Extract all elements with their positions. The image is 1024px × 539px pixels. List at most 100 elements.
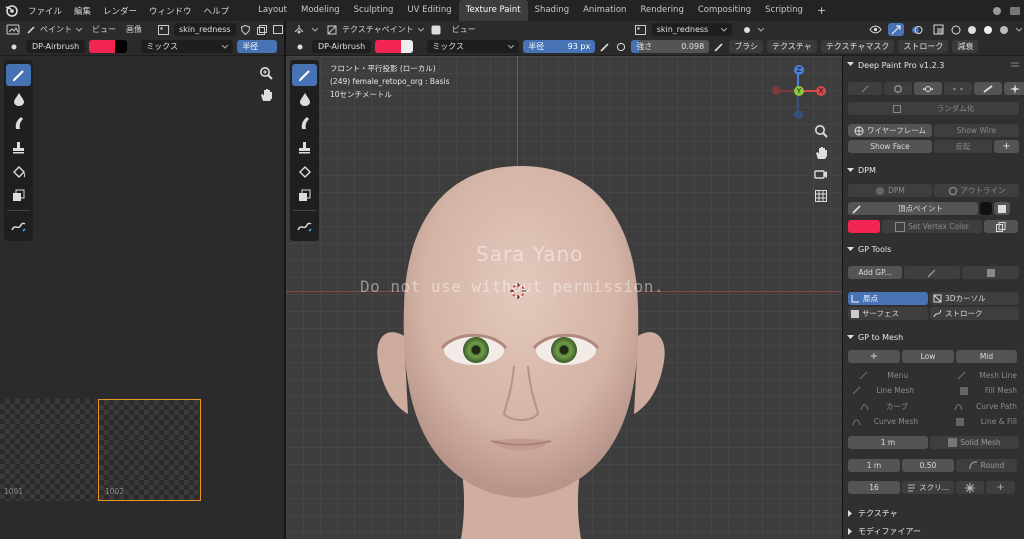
drag-handle-icon[interactable] (1011, 61, 1019, 69)
texture-section-title[interactable]: テクスチャ (858, 508, 898, 519)
brush-dot-icon[interactable] (292, 44, 308, 50)
viewport-soften-tool-icon[interactable] (292, 88, 317, 110)
overlay-toggle-icon[interactable] (908, 24, 926, 36)
ratio-field[interactable]: 0.50 (902, 459, 954, 472)
mask-tool-icon[interactable] (6, 184, 31, 206)
texture-paint-mode-label[interactable]: テクスチャペイント (342, 24, 414, 35)
gizmo-y-icon[interactable]: Y (794, 86, 804, 96)
gp-stop-button[interactable] (962, 266, 1019, 279)
image-editor-area[interactable]: 1001 1002 (0, 56, 284, 539)
menu-render[interactable]: レンダー (97, 5, 143, 17)
add-segment-button[interactable]: + (986, 481, 1015, 494)
thickness-field[interactable]: 1 m (848, 436, 928, 449)
open-image-icon[interactable] (272, 25, 284, 34)
solid-mesh-button[interactable]: Solid Mesh (930, 436, 1019, 449)
unified-size-icon[interactable] (615, 42, 627, 52)
draw-tool-icon[interactable] (6, 64, 31, 86)
stroke-placement-button[interactable]: ストローク (930, 307, 1019, 320)
gizmo-z-icon[interactable]: Z (794, 65, 804, 75)
soften-tool-icon[interactable] (6, 88, 31, 110)
uv-tile-1002[interactable] (98, 399, 201, 501)
paint-mode-icon[interactable] (26, 25, 36, 34)
stroke-menu[interactable]: ストローク (898, 40, 949, 53)
tab-layout[interactable]: Layout (251, 0, 294, 21)
menu-window[interactable]: ウィンドウ (143, 5, 198, 17)
scene-icon[interactable] (1006, 6, 1024, 16)
resolution-add-button[interactable]: + (848, 350, 900, 363)
set-vertex-color-button[interactable]: Set Vertex Color (882, 220, 982, 233)
pivot-dot-icon[interactable] (740, 26, 754, 34)
gizmo-neg-z-icon[interactable] (794, 110, 803, 119)
shading-rendered-icon[interactable] (998, 25, 1010, 35)
viewport-brush-color-swatch[interactable] (375, 40, 414, 53)
wireframe-button[interactable]: ワイヤーフレーム (848, 124, 932, 137)
3d-cursor-button[interactable]: 3Dカーソル (930, 292, 1019, 305)
segments-field[interactable]: 16 (848, 481, 900, 494)
add-workspace-button[interactable]: + (810, 0, 833, 21)
script-button[interactable]: スクリ... (902, 481, 954, 494)
curve-path-op[interactable]: Curve Path (932, 400, 1017, 413)
image-name-field[interactable]: skin_redness (174, 23, 236, 36)
settings-icon[interactable] (884, 82, 912, 95)
uv-tile-1001[interactable] (0, 399, 97, 501)
annotate-tool-icon[interactable] (6, 215, 31, 237)
tab-rendering[interactable]: Rendering (633, 0, 690, 21)
dpm-collapse-icon[interactable] (847, 168, 854, 173)
origin-button[interactable]: 原点 (848, 292, 928, 305)
sparkle-icon[interactable] (1004, 82, 1024, 95)
gizmo-toggle-icon[interactable] (888, 23, 904, 36)
strength-slider[interactable]: 強さ 0.098 (631, 40, 710, 53)
head-model[interactable] (366, 166, 676, 539)
brush-menu[interactable]: ブラシ (729, 40, 764, 53)
menu-help[interactable]: ヘルプ (198, 5, 236, 17)
gp-tools-section-title[interactable]: GP Tools (858, 245, 891, 254)
tab-compositing[interactable]: Compositing (691, 0, 758, 21)
vertex-paint-button[interactable]: 頂点ペイント (848, 202, 978, 215)
unlink-icon[interactable] (944, 82, 972, 95)
show-wire-button[interactable]: Show Wire (934, 124, 1019, 137)
gp-to-mesh-section-title[interactable]: GP to Mesh (858, 333, 903, 342)
blend-mode-select[interactable]: ミックス (141, 40, 234, 53)
viewport-annotate-tool-icon[interactable] (292, 215, 317, 237)
menu-file[interactable]: ファイル (22, 5, 68, 17)
mask-toggle-icon[interactable] (430, 25, 442, 35)
gizmo-neg-x-icon[interactable] (772, 86, 781, 95)
shield-icon[interactable] (240, 24, 252, 35)
tab-animation[interactable]: Animation (576, 0, 633, 21)
shading-solid-icon[interactable] (966, 25, 978, 35)
mid-button[interactable]: Mid (956, 350, 1017, 363)
surface-button[interactable]: サーフェス (848, 307, 928, 320)
menu-view[interactable]: ビュー (92, 24, 116, 35)
xray-icon[interactable] (930, 24, 946, 35)
menu-image[interactable]: 画像 (126, 24, 142, 35)
viewport-pan-hand-icon[interactable] (812, 144, 830, 162)
duplicate-icon[interactable] (256, 24, 268, 35)
add-button[interactable]: + (994, 140, 1019, 153)
gp-tools-collapse-icon[interactable] (847, 247, 854, 252)
show-face-button[interactable]: Show Face (848, 140, 932, 153)
menu-edit[interactable]: 編集 (68, 5, 97, 17)
editor-type-3d-icon[interactable] (290, 24, 308, 35)
shading-material-icon[interactable] (982, 25, 994, 35)
viewport-draw-tool-icon[interactable] (292, 64, 317, 86)
tab-scripting[interactable]: Scripting (758, 0, 810, 21)
clone-tool-icon[interactable] (6, 136, 31, 158)
curve-op[interactable]: カーブ (848, 400, 928, 413)
line-fill-op[interactable]: Line & Fill (932, 415, 1017, 428)
fill-tool-icon[interactable] (6, 160, 31, 182)
brush-selector[interactable]: DP-Airbrush (26, 40, 86, 53)
panel-title[interactable]: Deep Paint Pro v1.2.3 (858, 61, 944, 70)
image-browse-icon[interactable] (634, 24, 648, 35)
viewport-image-select[interactable]: skin_redness (651, 23, 732, 36)
randomize-button[interactable]: ランダム化 (848, 102, 1019, 115)
vertex-color-swatch[interactable] (980, 202, 992, 215)
viewport-smear-tool-icon[interactable] (292, 112, 317, 134)
menu-op[interactable]: Menu (848, 369, 928, 382)
radius-slider[interactable]: 半径 93 px (523, 40, 596, 53)
visibility-icon[interactable] (866, 25, 884, 34)
texture-mask-menu[interactable]: テクスチャマスク (820, 40, 895, 53)
navigation-gizmo[interactable]: Z Y X (768, 64, 828, 124)
panel-collapse-icon[interactable] (847, 62, 854, 67)
outline-button[interactable]: アウトライン (934, 184, 1019, 197)
invert-button[interactable]: 反転 (934, 140, 992, 153)
